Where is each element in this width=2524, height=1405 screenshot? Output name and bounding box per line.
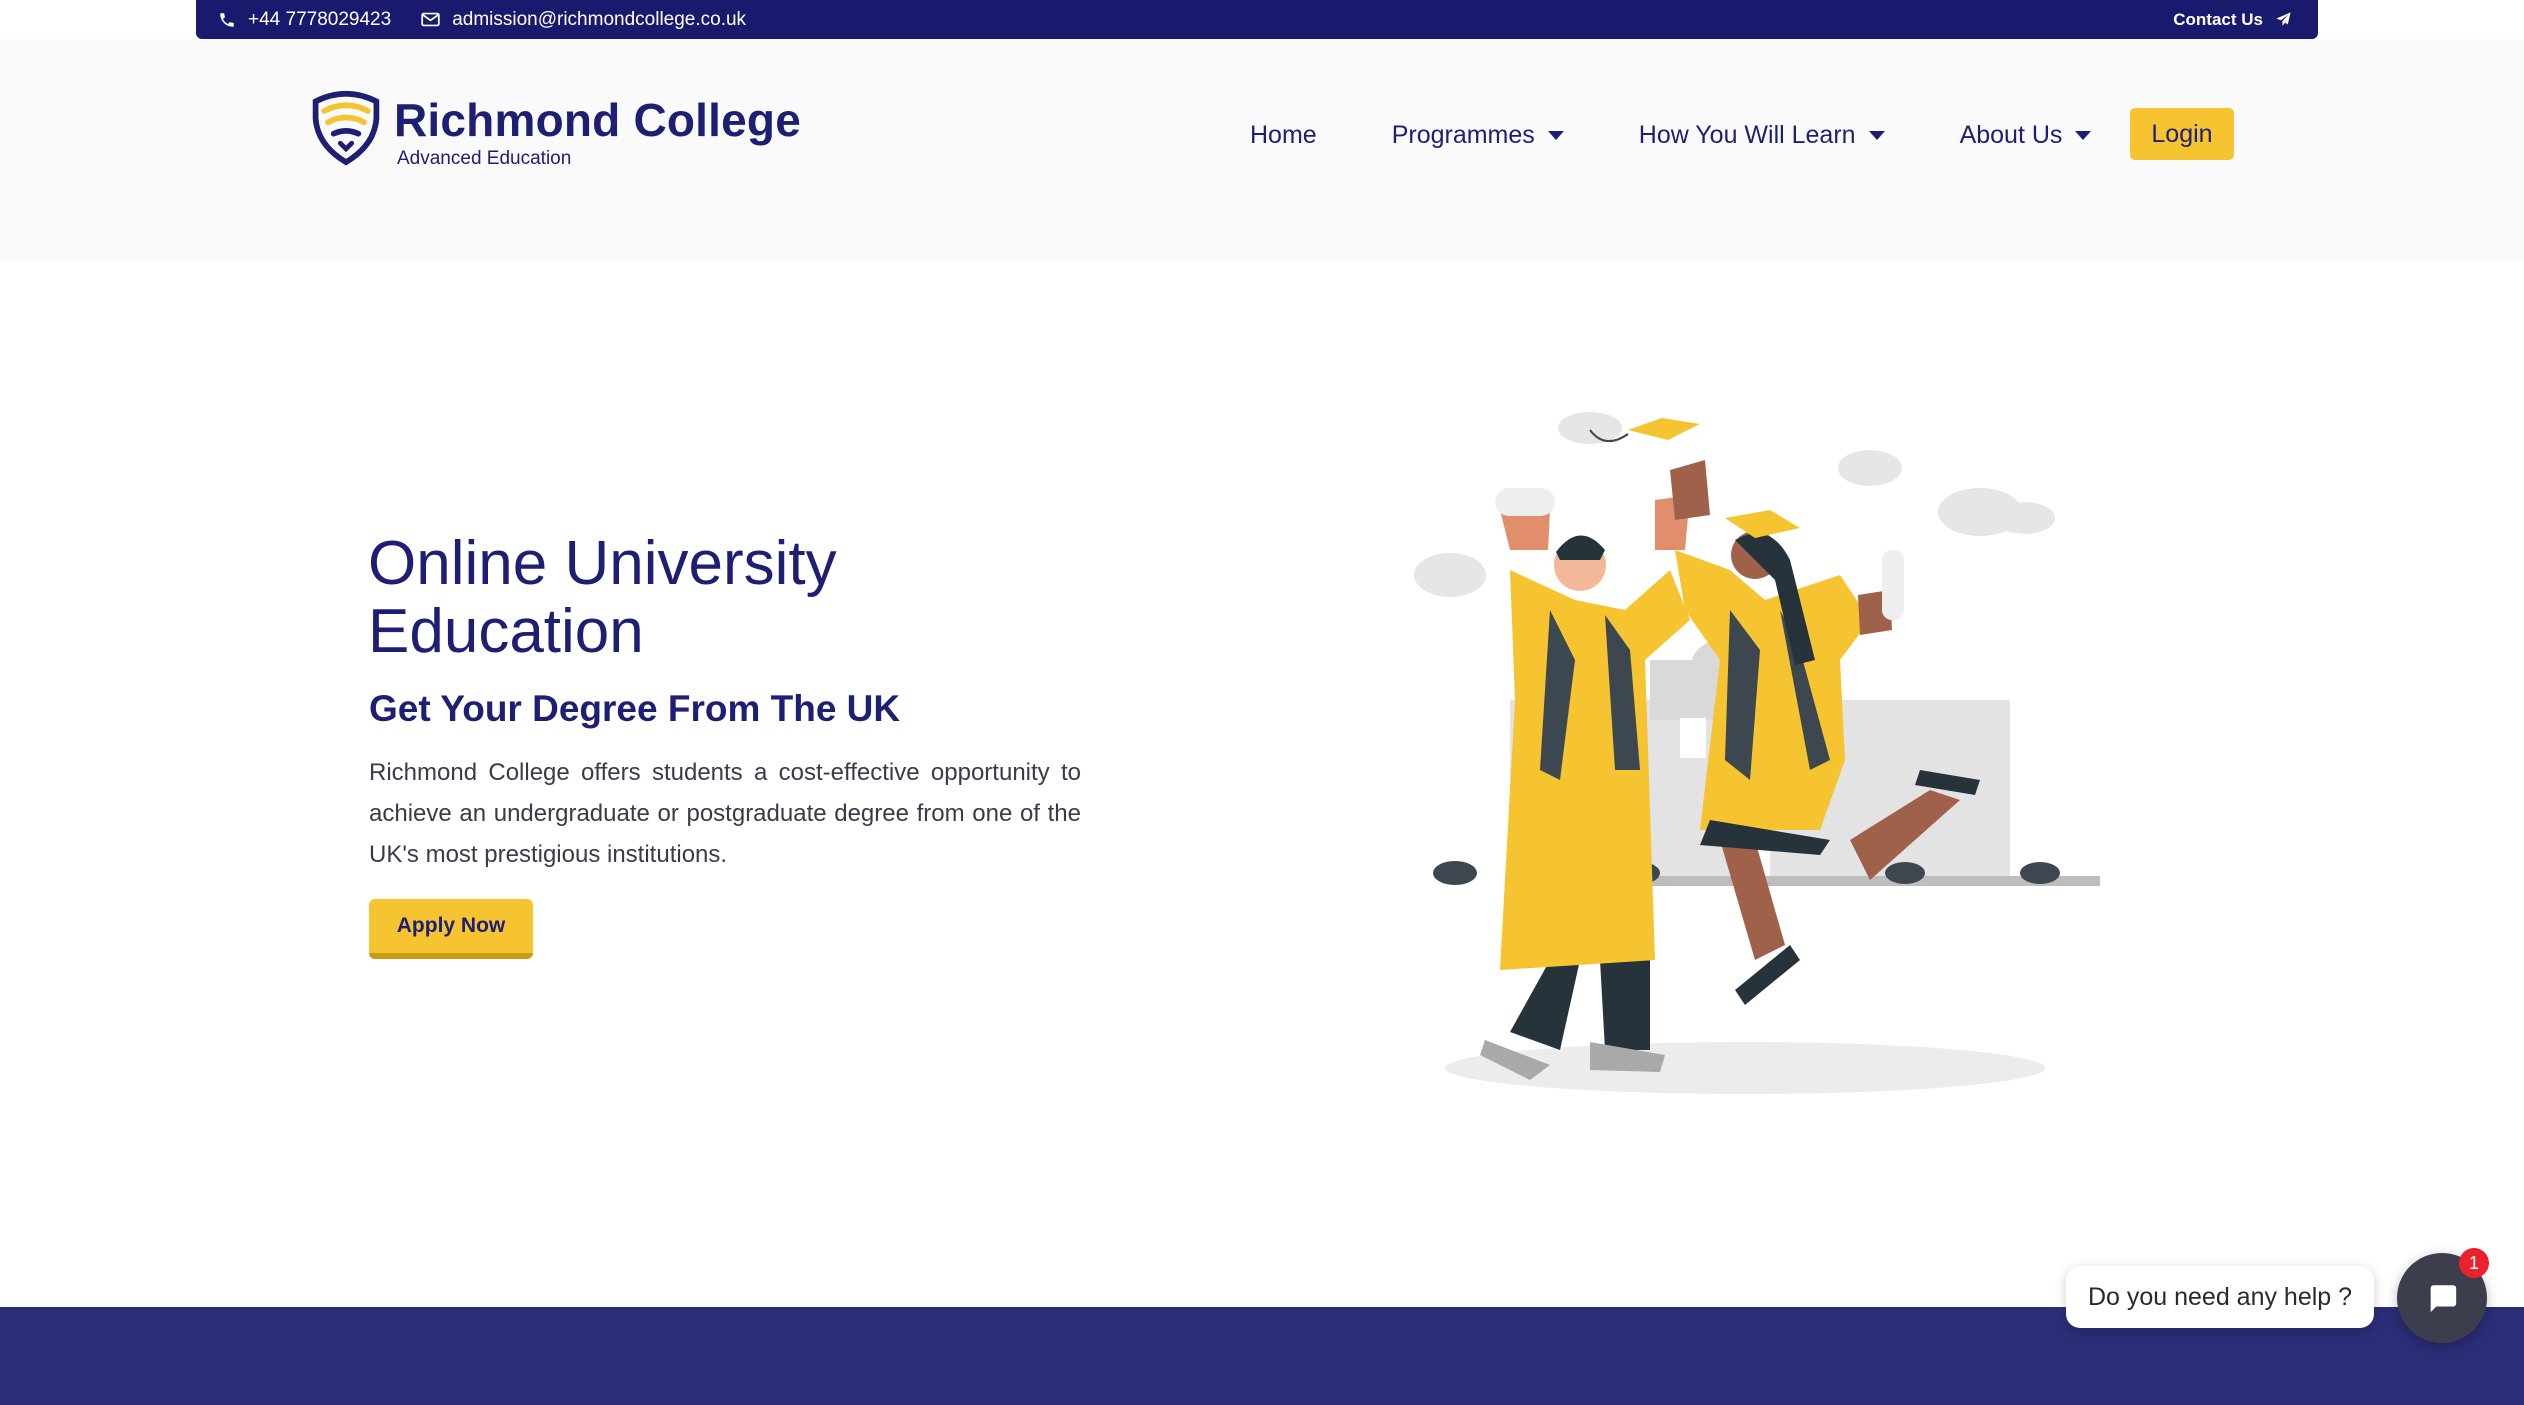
nav-item-home[interactable]: Home bbox=[1250, 121, 1317, 150]
brand-text: Richmond College Advanced Education bbox=[394, 90, 801, 170]
caret-down-icon bbox=[1868, 130, 1885, 140]
contact-us-label: Contact Us bbox=[2173, 9, 2263, 29]
hero-title-line2: Education bbox=[368, 597, 644, 666]
chat-notification-badge: 1 bbox=[2459, 1248, 2489, 1278]
nav-item-about-us[interactable]: About Us bbox=[1960, 121, 2092, 150]
chat-bubble-icon bbox=[2430, 1285, 2457, 1313]
phone-link[interactable]: +44 7778029423 bbox=[218, 9, 391, 31]
envelope-icon bbox=[421, 12, 440, 27]
nav-item-how-you-will-learn[interactable]: How You Will Learn bbox=[1639, 121, 1885, 150]
email-address: admission@richmondcollege.co.uk bbox=[452, 8, 747, 30]
nav-item-label: About Us bbox=[1959, 120, 2063, 149]
brand-logo[interactable]: Richmond College Advanced Education bbox=[308, 90, 801, 170]
shield-logo-icon bbox=[312, 91, 380, 166]
brand-name: Richmond College bbox=[394, 94, 802, 146]
hero-title: Online University Education bbox=[368, 530, 1068, 666]
brand-tagline: Advanced Education bbox=[397, 148, 572, 169]
phone-icon bbox=[220, 12, 234, 27]
page: +44 7778029423 admission@richmondcollege… bbox=[0, 0, 2524, 1405]
login-button[interactable]: Login bbox=[2130, 108, 2234, 160]
hero-title-line1: Online University bbox=[368, 529, 837, 598]
nav-item-label: How You Will Learn bbox=[1638, 120, 1856, 149]
hero-subtitle: Get Your Degree From The UK bbox=[369, 688, 901, 729]
paper-plane-icon bbox=[2276, 12, 2291, 26]
chat-help-bubble[interactable]: Do you need any help ? bbox=[2066, 1266, 2374, 1328]
apply-now-button[interactable]: Apply Now bbox=[369, 899, 533, 959]
hero-description: Richmond College offers students a cost-… bbox=[369, 759, 1081, 868]
caret-down-icon bbox=[2075, 130, 2092, 140]
nav-item-programmes[interactable]: Programmes bbox=[1392, 121, 1564, 150]
main-navigation: Home Programmes How You Will Learn About… bbox=[1250, 108, 2166, 162]
email-link[interactable]: admission@richmondcollege.co.uk bbox=[421, 9, 746, 31]
graduates-celebrating-illustration bbox=[1414, 412, 2100, 1094]
top-contact-bar: +44 7778029423 admission@richmondcollege… bbox=[196, 0, 2318, 39]
nav-item-label: Programmes bbox=[1391, 120, 1535, 149]
contact-us-link[interactable]: Contact Us bbox=[2173, 0, 2292, 39]
caret-down-icon bbox=[1547, 130, 1564, 140]
phone-number: +44 7778029423 bbox=[248, 8, 392, 30]
nav-item-label: Home bbox=[1250, 120, 1317, 149]
